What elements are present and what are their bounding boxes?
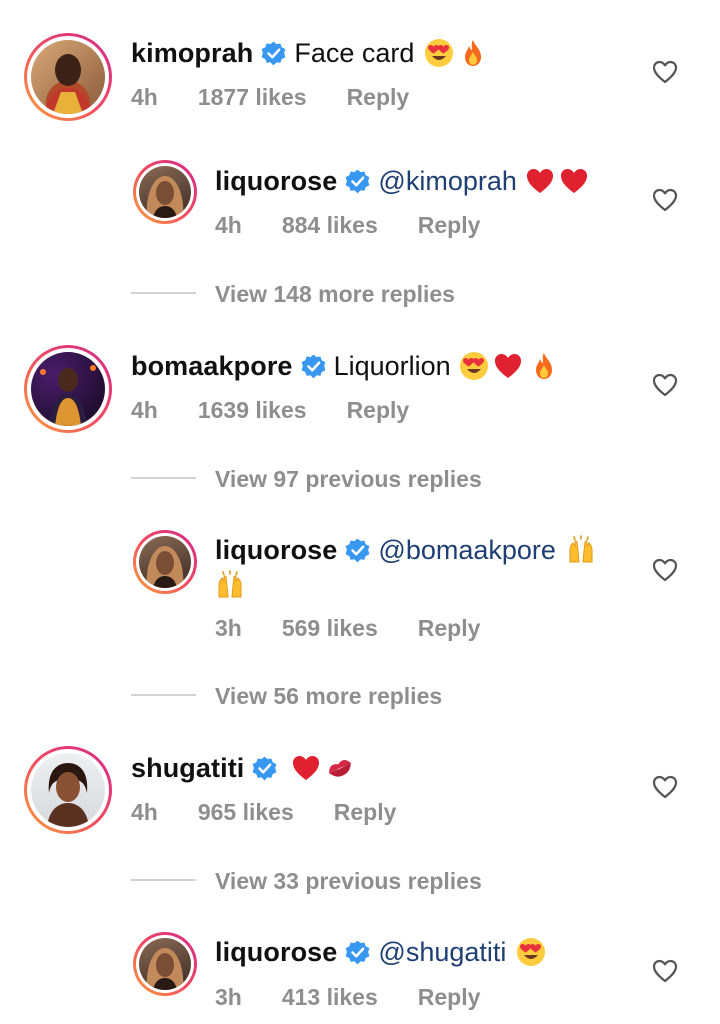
heart-eyes-emoji: [424, 38, 454, 68]
red-heart-emoji: [291, 753, 321, 783]
reply-button[interactable]: Reply: [347, 84, 410, 111]
comment-header: liquorose @shugatiti: [215, 935, 546, 969]
red-heart-emoji: [525, 166, 555, 196]
profile-photo: [40, 365, 96, 426]
heart-outline-icon[interactable]: [652, 188, 678, 212]
divider: [131, 879, 196, 881]
reply-button[interactable]: Reply: [334, 799, 397, 826]
username[interactable]: kimoprah: [131, 36, 253, 70]
heart-eyes-emoji: [516, 937, 546, 967]
like-count[interactable]: 413 likes: [282, 984, 378, 1011]
view-more-replies[interactable]: View 56 more replies: [215, 683, 442, 710]
timestamp: 4h: [131, 84, 158, 110]
avatar[interactable]: [24, 746, 112, 834]
view-previous-replies[interactable]: View 97 previous replies: [215, 466, 482, 493]
comment-header: bomaakpore Liquorlion: [131, 349, 559, 383]
raised-hands-emoji: [566, 535, 596, 565]
divider: [131, 694, 196, 696]
view-more-replies[interactable]: View 148 more replies: [215, 281, 455, 308]
divider: [131, 292, 196, 294]
like-count[interactable]: 569 likes: [282, 615, 378, 642]
red-heart-emoji: [559, 166, 589, 196]
reply-button[interactable]: Reply: [418, 615, 481, 642]
username[interactable]: liquorose: [215, 164, 337, 198]
divider: [131, 477, 196, 479]
like-count[interactable]: 1877 likes: [198, 84, 307, 111]
comment-header: liquorose @bomaakpore: [215, 533, 596, 567]
heart-outline-icon[interactable]: [652, 373, 678, 397]
heart-eyes-emoji: [459, 351, 489, 381]
comment-meta: 3h 569 likes Reply: [215, 615, 520, 642]
avatar[interactable]: [24, 345, 112, 433]
comment-meta: 4h 1877 likes Reply: [131, 84, 449, 111]
timestamp: 3h: [215, 615, 242, 641]
heart-outline-icon[interactable]: [652, 775, 678, 799]
avatar[interactable]: [24, 33, 112, 121]
verified-badge-icon: [345, 538, 370, 563]
comment-header: shugatiti: [131, 751, 355, 785]
avatar[interactable]: [133, 160, 197, 224]
red-heart-emoji: [493, 351, 523, 381]
verified-badge-icon: [301, 354, 326, 379]
comment-meta: 4h 965 likes Reply: [131, 799, 436, 826]
comment-text: Face card: [294, 38, 415, 68]
verified-badge-icon: [345, 169, 370, 194]
profile-photo: [146, 948, 184, 990]
heart-outline-icon[interactable]: [652, 60, 678, 84]
reply-button[interactable]: Reply: [418, 984, 481, 1011]
timestamp: 4h: [215, 212, 242, 238]
profile-photo: [45, 54, 91, 114]
timestamp: 3h: [215, 984, 242, 1010]
comment-meta: 3h 413 likes Reply: [215, 984, 520, 1011]
mention-link[interactable]: @shugatiti: [378, 935, 506, 969]
timestamp: 4h: [131, 397, 158, 423]
kiss-mark-emoji: [325, 753, 355, 783]
heart-outline-icon[interactable]: [652, 959, 678, 983]
comment-header: kimoprah Face card: [131, 36, 488, 70]
username[interactable]: liquorose: [215, 935, 337, 969]
username[interactable]: bomaakpore: [131, 349, 293, 383]
profile-photo: [146, 546, 184, 588]
comment-meta: 4h 1639 likes Reply: [131, 397, 449, 424]
username[interactable]: liquorose: [215, 533, 337, 567]
mention-link[interactable]: @bomaakpore: [378, 533, 556, 567]
verified-badge-icon: [345, 940, 370, 965]
profile-photo: [146, 176, 184, 218]
comment-header: liquorose @kimoprah: [215, 164, 589, 198]
verified-badge-icon: [252, 756, 277, 781]
profile-photo: [47, 763, 89, 827]
heart-outline-icon[interactable]: [652, 558, 678, 582]
timestamp: 4h: [131, 799, 158, 825]
like-count[interactable]: 1639 likes: [198, 397, 307, 424]
fire-emoji: [458, 38, 488, 68]
view-previous-replies[interactable]: View 33 previous replies: [215, 868, 482, 895]
comment-text: Liquorlion: [333, 351, 451, 381]
fire-emoji: [529, 351, 559, 381]
reply-button[interactable]: Reply: [347, 397, 410, 424]
reply-button[interactable]: Reply: [418, 212, 481, 239]
raised-hands-emoji: [215, 570, 245, 600]
mention-link[interactable]: @kimoprah: [378, 164, 516, 198]
avatar[interactable]: [133, 932, 197, 996]
username[interactable]: shugatiti: [131, 751, 244, 785]
verified-badge-icon: [261, 41, 286, 66]
like-count[interactable]: 884 likes: [282, 212, 378, 239]
comment-meta: 4h 884 likes Reply: [215, 212, 520, 239]
avatar[interactable]: [133, 530, 197, 594]
like-count[interactable]: 965 likes: [198, 799, 294, 826]
